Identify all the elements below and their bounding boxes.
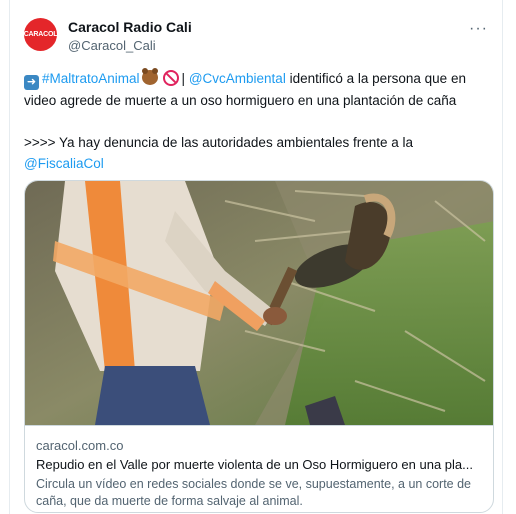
- tweet-header: CARACOL Caracol Radio Cali @Caracol_Cali…: [24, 16, 488, 56]
- separator: |: [181, 71, 186, 86]
- tweet-text: ➜ #MaltratoAnimal | @CvcAmbiental identifi…: [24, 68, 494, 174]
- account-name[interactable]: Caracol Radio Cali: [68, 19, 192, 35]
- account-handle[interactable]: @Caracol_Cali: [68, 38, 156, 53]
- tweet-card: CARACOL Caracol Radio Cali @Caracol_Cali…: [9, 0, 503, 514]
- link-title[interactable]: Repudio en el Valle por muerte violenta …: [36, 457, 473, 472]
- prohibited-icon: [162, 70, 179, 86]
- bear-icon: [141, 68, 158, 85]
- tweet-line-3: >>>> Ya hay denuncia de las autoridades …: [24, 135, 414, 150]
- more-options-icon[interactable]: ···: [469, 20, 488, 38]
- mention-link[interactable]: @CvcAmbiental: [189, 71, 286, 86]
- link-preview-card[interactable]: caracol.com.co Repudio en el Valle por m…: [24, 180, 494, 513]
- link-preview-meta: caracol.com.co Repudio en el Valle por m…: [25, 425, 493, 512]
- link-description: Circula un vídeo en redes sociales donde…: [36, 477, 471, 508]
- tweet-line-1: ➜ #MaltratoAnimal | @CvcAmbiental identifi…: [24, 68, 494, 90]
- mention-link-fiscalia[interactable]: @FiscaliaCol: [24, 153, 494, 174]
- hashtag-link[interactable]: #MaltratoAnimal: [42, 71, 140, 86]
- tweet-line-1-text: identificó a la persona que en: [285, 71, 466, 86]
- avatar[interactable]: CARACOL: [24, 18, 58, 51]
- link-domain: caracol.com.co: [36, 438, 124, 453]
- preview-image: [25, 181, 493, 425]
- right-arrow-icon: ➜: [24, 75, 39, 90]
- tweet-line-2: video agrede de muerte a un oso hormigue…: [24, 93, 457, 108]
